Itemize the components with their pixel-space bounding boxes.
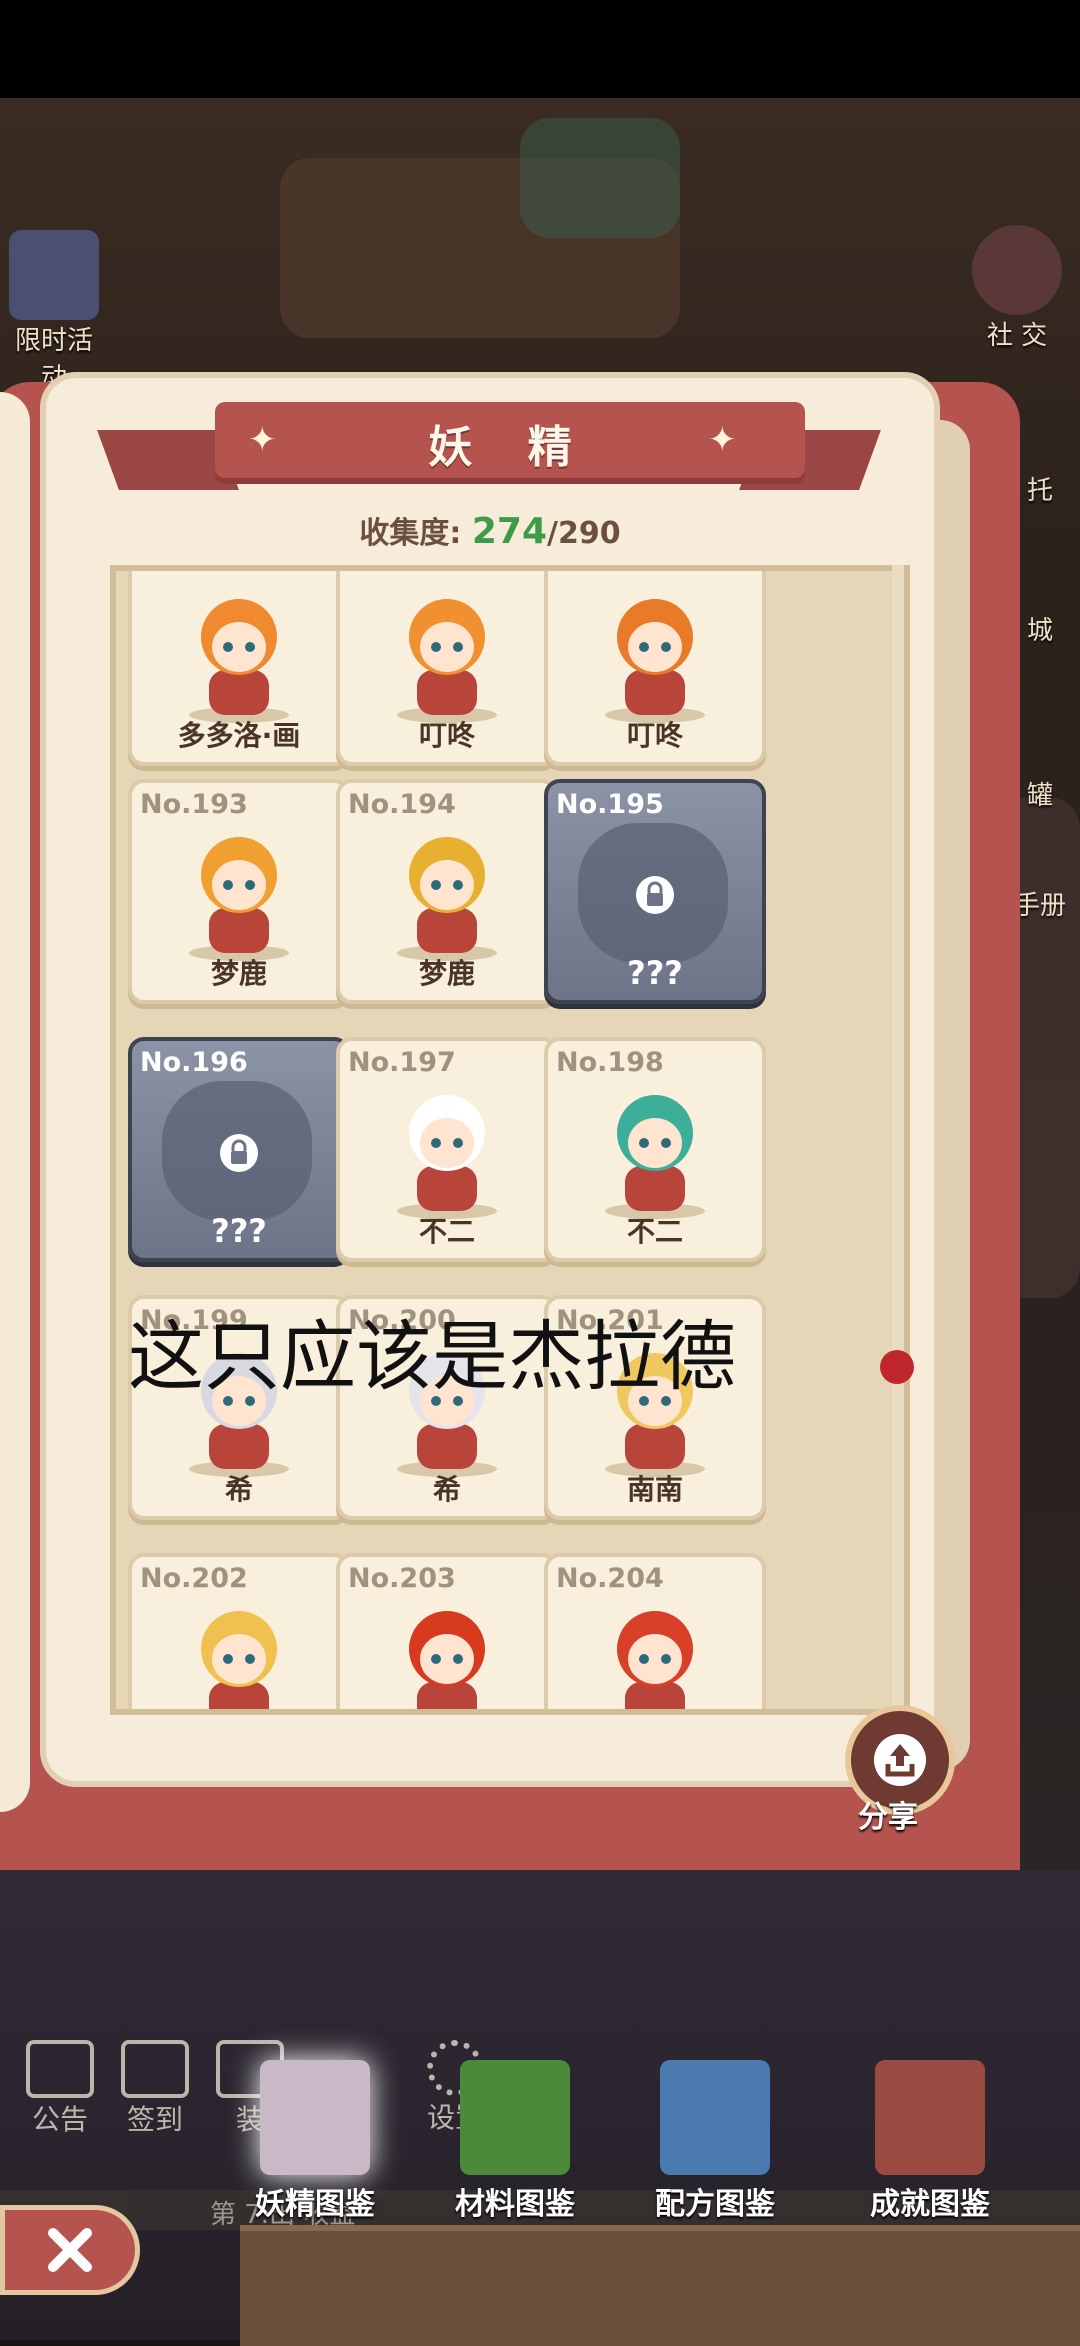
tab-recipe-guide[interactable]: 配方图鉴 <box>640 2060 790 2223</box>
fairy-portrait <box>189 599 289 723</box>
fairy-card[interactable]: No.197 不二 <box>336 1037 558 1262</box>
fairy-name: 梦鹿 <box>418 957 475 990</box>
overlay-caption: 这只应该是杰拉德 <box>128 1312 736 1401</box>
share-label: 分享 <box>858 1800 918 1835</box>
social-button[interactable]: 社 交 <box>962 225 1072 352</box>
checkin-label: 签到 <box>126 2103 183 2136</box>
lock-icon <box>220 1134 258 1172</box>
fairy-portrait <box>409 1611 485 1709</box>
fairy-name: 不二 <box>626 1215 683 1248</box>
tab-bar <box>240 2225 1080 2346</box>
fairy-portrait <box>397 1095 497 1219</box>
tab-material-guide[interactable]: 材料图鉴 <box>440 2060 590 2223</box>
page-title: 妖 精 <box>428 422 592 473</box>
fairy-card[interactable]: No.204 <box>544 1553 766 1709</box>
fairy-name: 叮咚 <box>626 719 683 752</box>
checkin-button[interactable]: 签到 <box>110 2040 200 2138</box>
fairy-portrait <box>605 1095 705 1219</box>
share-icon <box>874 1734 926 1786</box>
progress-total: /290 <box>547 516 621 551</box>
collection-progress: 收集度: 274/290 <box>0 508 980 552</box>
event-icon <box>9 230 99 320</box>
social-label: 社 交 <box>986 321 1048 351</box>
fairy-portrait <box>397 837 497 961</box>
social-icon <box>972 225 1062 315</box>
fairy-name: 不二 <box>418 1215 475 1248</box>
calendar-icon <box>121 2040 189 2098</box>
fairy-name: 多多洛·画 <box>177 719 301 752</box>
fairy-portrait <box>397 599 497 723</box>
tab-label: 材料图鉴 <box>455 2187 575 2222</box>
notice-icon <box>26 2040 94 2098</box>
fairy-card[interactable]: No.202 <box>128 1553 350 1709</box>
fairy-card[interactable]: No.194 梦鹿 <box>336 779 558 1004</box>
fairy-name: 希 <box>224 1473 253 1506</box>
fairy-portrait <box>201 1611 277 1709</box>
book-icon <box>260 2060 370 2175</box>
grid-scrollbar[interactable] <box>892 565 904 1715</box>
fairy-card[interactable]: 叮咚 <box>336 571 558 766</box>
notice-button[interactable]: 公告 <box>15 2040 105 2138</box>
sparkle-icon: ✦ <box>248 420 277 460</box>
fairy-card[interactable]: No.193 梦鹿 <box>128 779 350 1004</box>
book-icon <box>660 2060 770 2175</box>
progress-current: 274 <box>471 511 547 552</box>
fairy-portrait <box>189 837 289 961</box>
fairy-card[interactable]: No.203 <box>336 1553 558 1709</box>
book-left-page <box>0 392 30 1812</box>
fairy-portrait <box>605 599 705 723</box>
fairy-name: 希 <box>432 1473 461 1506</box>
tab-achievement-guide[interactable]: 成就图鉴 <box>855 2060 1005 2223</box>
close-icon <box>48 2228 92 2272</box>
notice-label: 公告 <box>31 2103 88 2136</box>
tab-label: 配方图鉴 <box>655 2187 775 2222</box>
fairy-name: 南南 <box>626 1473 683 1506</box>
fairy-name: ??? <box>211 1212 267 1250</box>
limited-event-button[interactable]: 限时活动 <box>4 230 104 394</box>
progress-label: 收集度: <box>359 516 462 551</box>
fairy-name: ??? <box>627 954 683 992</box>
lock-icon <box>636 876 674 914</box>
close-button[interactable] <box>0 2205 140 2295</box>
fairy-number: No.196 <box>140 1047 248 1078</box>
fairy-name: 叮咚 <box>418 719 475 752</box>
ladybug-icon <box>880 1350 914 1384</box>
fairy-card[interactable]: No.198 不二 <box>544 1037 766 1262</box>
fairy-card[interactable]: 多多洛·画 <box>128 571 350 766</box>
fairy-portrait <box>617 1611 693 1709</box>
fairy-number: No.195 <box>556 789 664 820</box>
book-icon <box>460 2060 570 2175</box>
book-icon <box>875 2060 985 2175</box>
fairy-card[interactable]: No.196??? <box>128 1037 350 1262</box>
fairy-grid[interactable]: 多多洛·画 叮咚 叮咚 No.193 梦鹿 No.194 梦鹿 No.195??? No.196… <box>110 565 910 1715</box>
tab-fairy-guide[interactable]: 妖精图鉴 <box>240 2060 390 2223</box>
sparkle-icon: ✦ <box>708 420 737 460</box>
tab-label: 成就图鉴 <box>870 2187 990 2222</box>
fairy-name: 梦鹿 <box>210 957 267 990</box>
status-bar <box>0 0 1080 98</box>
fairy-card[interactable]: No.195??? <box>544 779 766 1004</box>
tab-label: 妖精图鉴 <box>255 2187 375 2222</box>
fairy-card[interactable]: 叮咚 <box>544 571 766 766</box>
